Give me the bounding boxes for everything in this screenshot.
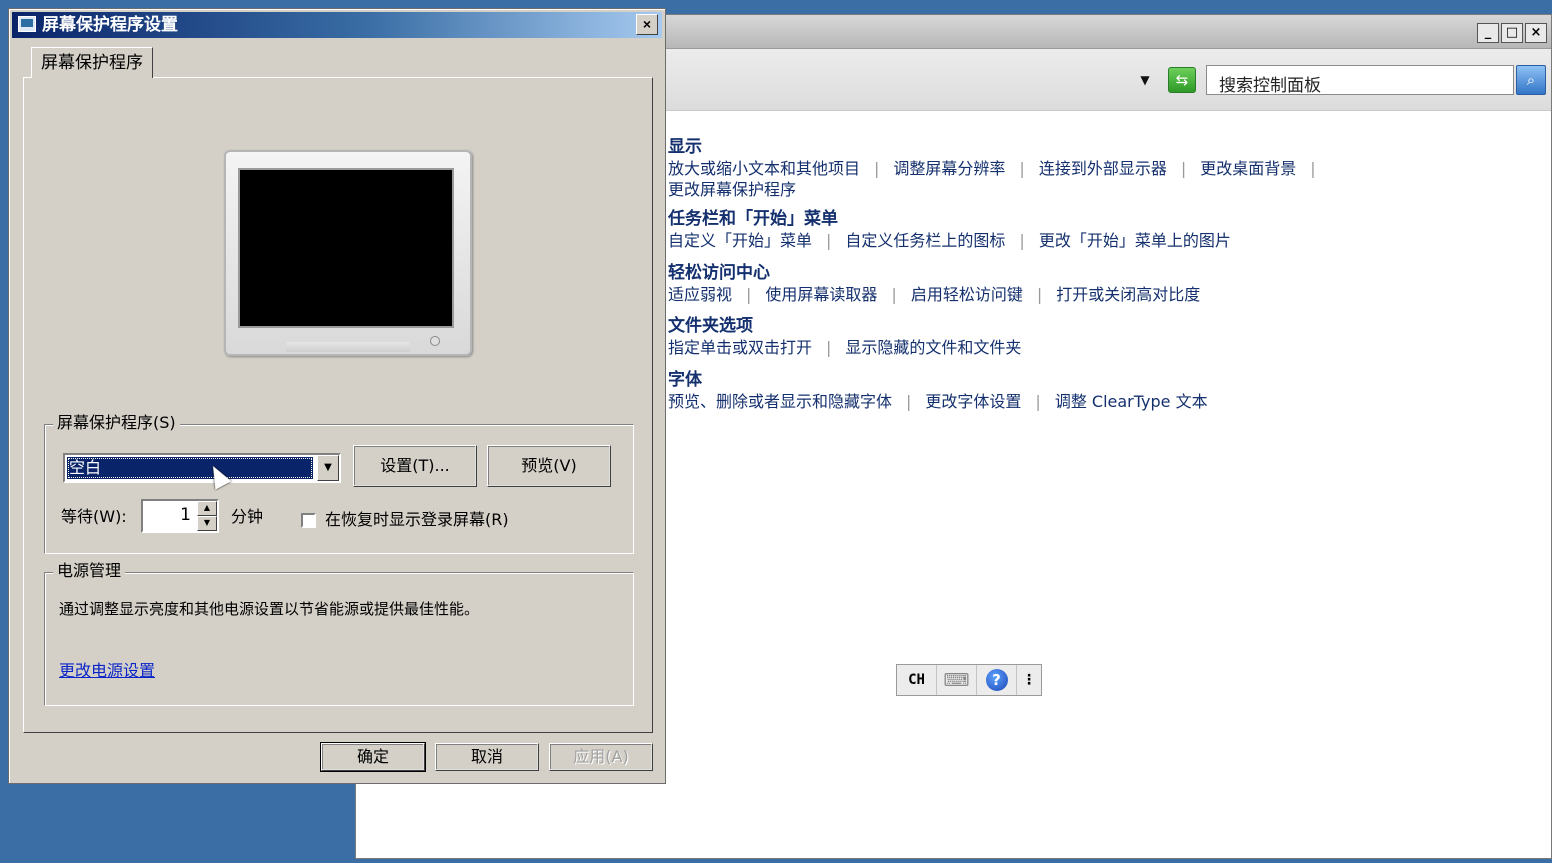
link-enlarge-text[interactable]: 放大或缩小文本和其他项目 bbox=[668, 159, 860, 178]
screensaver-selected-value: 空白 bbox=[67, 457, 313, 479]
category-fonts: 字体 预览、删除或者显示和隐藏字体 | 更改字体设置 | 调整 ClearType 文本 bbox=[610, 370, 1518, 415]
tab-panel: 屏幕保护程序(S) 空白 ▼ 设置(T)... 预览(V) 等待(W): 1 ▲… bbox=[23, 77, 653, 733]
link-customize-taskbar-icons[interactable]: 自定义任务栏上的图标 bbox=[845, 231, 1005, 250]
screensaver-settings-dialog: 屏幕保护程序设置 × 屏幕保护程序 屏幕保护程序(S) 空白 ▼ 设置(T)..… bbox=[8, 8, 666, 784]
minutes-label: 分钟 bbox=[231, 507, 264, 526]
link-connect-external-display[interactable]: 连接到外部显示器 bbox=[1039, 159, 1167, 178]
address-dropdown-icon[interactable]: ▼ bbox=[1138, 73, 1152, 87]
monitor-preview bbox=[224, 150, 472, 356]
link-change-start-menu-picture[interactable]: 更改「开始」菜单上的图片 bbox=[1039, 231, 1231, 250]
resume-logon-label[interactable]: 在恢复时显示登录屏幕(R) bbox=[325, 510, 509, 530]
dialog-titlebar: 屏幕保护程序设置 × bbox=[12, 12, 662, 38]
resume-logon-checkbox[interactable] bbox=[301, 513, 316, 528]
power-led-icon bbox=[430, 336, 440, 346]
help-icon[interactable]: ? bbox=[977, 665, 1017, 695]
link-change-font-settings[interactable]: 更改字体设置 bbox=[925, 392, 1021, 411]
input-language-button[interactable]: CH bbox=[897, 665, 937, 695]
language-bar-options-icon[interactable]: ⋮ bbox=[1017, 665, 1041, 695]
link-customize-start-menu[interactable]: 自定义「开始」菜单 bbox=[668, 231, 812, 250]
category-ease-of-access: 轻松访问中心 适应弱视 | 使用屏幕读取器 | 启用轻松访问键 | 打开或关闭高对比度 bbox=[610, 263, 1518, 311]
dialog-close-button[interactable]: × bbox=[636, 14, 658, 35]
search-icon[interactable]: ⌕ bbox=[1516, 65, 1546, 95]
search-input[interactable]: 搜索控制面板 bbox=[1206, 65, 1514, 96]
screensaver-group: 屏幕保护程序(S) 空白 ▼ 设置(T)... 预览(V) 等待(W): 1 ▲… bbox=[44, 413, 634, 554]
link-low-vision[interactable]: 适应弱视 bbox=[668, 285, 732, 304]
screensaver-group-legend: 屏幕保护程序(S) bbox=[53, 413, 180, 433]
category-folder-options: 文件夹选项 指定单击或双击打开 | 显示隐藏的文件和文件夹 bbox=[610, 316, 1518, 361]
language-bar: CH ⌨ ? ⋮ bbox=[896, 664, 1042, 696]
ok-button[interactable]: 确定 bbox=[320, 742, 426, 772]
link-adjust-resolution[interactable]: 调整屏幕分辨率 bbox=[893, 159, 1005, 178]
change-power-settings-link[interactable]: 更改电源设置 bbox=[59, 657, 155, 681]
monitor-screen bbox=[238, 168, 454, 328]
keyboard-icon[interactable]: ⌨ bbox=[937, 665, 977, 695]
preview-button[interactable]: 预览(V) bbox=[487, 445, 611, 487]
link-show-hidden-files[interactable]: 显示隐藏的文件和文件夹 bbox=[845, 338, 1021, 357]
category-taskbar: 任务栏和「开始」菜单 自定义「开始」菜单 | 自定义任务栏上的图标 | 更改「开始」菜单… bbox=[610, 209, 1518, 253]
category-title-folder-options[interactable]: 文件夹选项 bbox=[668, 316, 1518, 337]
link-single-double-click[interactable]: 指定单击或双击打开 bbox=[668, 338, 812, 357]
wait-minutes-value[interactable]: 1 bbox=[147, 505, 191, 525]
category-title-display[interactable]: 显示 bbox=[668, 137, 1518, 158]
chevron-down-icon[interactable]: ▼ bbox=[317, 455, 339, 481]
category-title-fonts[interactable]: 字体 bbox=[668, 370, 1518, 391]
power-group-legend: 电源管理 bbox=[53, 561, 126, 581]
apply-button[interactable]: 应用(A) bbox=[549, 743, 653, 771]
cancel-button[interactable]: 取消 bbox=[435, 743, 539, 771]
category-title-ease-of-access[interactable]: 轻松访问中心 bbox=[668, 263, 1518, 284]
link-adjust-cleartype[interactable]: 调整 ClearType 文本 bbox=[1055, 392, 1208, 411]
power-management-group: 电源管理 通过调整显示亮度和其他电源设置以节省能源或提供最佳性能。 更改电源设置 bbox=[44, 561, 634, 706]
link-change-desktop-background[interactable]: 更改桌面背景 bbox=[1200, 159, 1296, 178]
link-screen-reader[interactable]: 使用屏幕读取器 bbox=[765, 285, 877, 304]
link-high-contrast[interactable]: 打开或关闭高对比度 bbox=[1056, 285, 1200, 304]
settings-button[interactable]: 设置(T)... bbox=[353, 445, 477, 487]
tab-screensaver[interactable]: 屏幕保护程序 bbox=[31, 47, 153, 78]
wait-label: 等待(W): bbox=[61, 507, 127, 526]
display-settings-icon bbox=[18, 16, 36, 32]
link-ease-of-access-keys[interactable]: 启用轻松访问键 bbox=[911, 285, 1023, 304]
close-button[interactable]: × bbox=[1525, 23, 1547, 43]
power-description: 通过调整显示亮度和其他电源设置以节省能源或提供最佳性能。 bbox=[59, 600, 480, 618]
link-change-screensaver[interactable]: 更改屏幕保护程序 bbox=[668, 180, 796, 199]
minimize-button[interactable]: _ bbox=[1477, 23, 1499, 43]
screensaver-select[interactable]: 空白 ▼ bbox=[63, 453, 341, 483]
spin-up-icon[interactable]: ▲ bbox=[197, 501, 217, 516]
link-preview-delete-fonts[interactable]: 预览、删除或者显示和隐藏字体 bbox=[668, 392, 892, 411]
dialog-title: 屏幕保护程序设置 bbox=[42, 15, 178, 35]
category-display: 显示 放大或缩小文本和其他项目 | 调整屏幕分辨率 | 连接到外部显示器 | 更改桌面背景 |… bbox=[610, 137, 1518, 200]
category-title-taskbar[interactable]: 任务栏和「开始」菜单 bbox=[668, 209, 1518, 230]
refresh-icon[interactable]: ⇆ bbox=[1168, 67, 1196, 93]
maximize-button[interactable]: □ bbox=[1501, 23, 1523, 43]
spin-down-icon[interactable]: ▼ bbox=[197, 516, 217, 531]
wait-minutes-stepper[interactable]: 1 ▲ ▼ bbox=[141, 499, 219, 533]
